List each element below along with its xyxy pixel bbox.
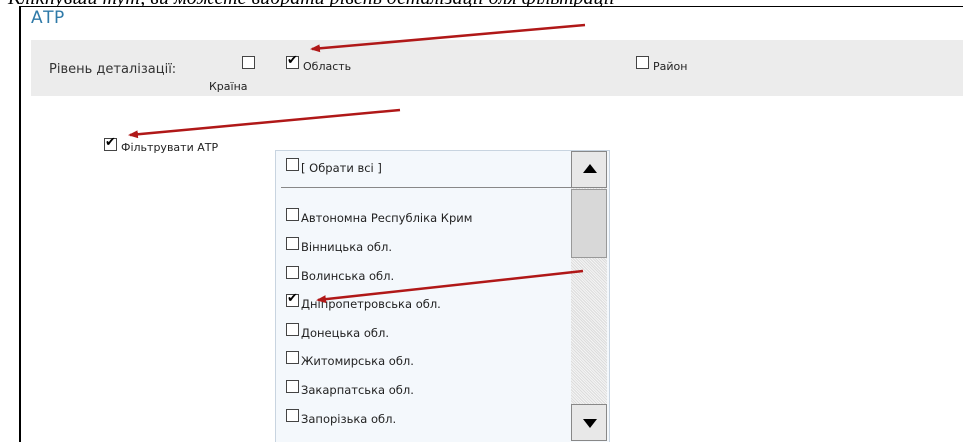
scroll-down-button[interactable] bbox=[571, 404, 607, 441]
list-item-label: Волинська обл. bbox=[301, 269, 395, 283]
list-item-label: Житомирська обл. bbox=[301, 354, 414, 368]
list-item-checkbox[interactable] bbox=[286, 409, 299, 422]
section-title: АТР bbox=[31, 8, 65, 28]
checkbox-filter-atr[interactable] bbox=[104, 135, 117, 151]
list-item-checkbox[interactable] bbox=[286, 237, 299, 250]
list-separator bbox=[281, 187, 571, 188]
list-item-checkbox[interactable] bbox=[286, 208, 299, 221]
list-item-checkbox[interactable] bbox=[286, 351, 299, 364]
filter-atr-label: Фільтрувати АТР bbox=[121, 141, 219, 154]
region-listbox[interactable] bbox=[275, 150, 610, 442]
list-item-label: Дніпропетровська обл. bbox=[301, 297, 441, 311]
list-item-label: Донецька обл. bbox=[301, 326, 390, 340]
checkbox-select-all[interactable] bbox=[286, 158, 299, 171]
country-label: Країна bbox=[209, 80, 248, 93]
list-item-label: Запорізька обл. bbox=[301, 412, 397, 426]
triangle-up-icon bbox=[583, 164, 597, 173]
detail-level-label: Рівень деталізації: bbox=[49, 62, 177, 77]
list-item-checkbox[interactable] bbox=[286, 323, 299, 336]
scrollbar-thumb[interactable] bbox=[571, 189, 607, 258]
list-item-checkbox[interactable] bbox=[286, 380, 299, 393]
select-all-label: [ Обрати всі ] bbox=[301, 161, 382, 175]
raion-label: Район bbox=[653, 60, 688, 73]
checkbox-oblast[interactable] bbox=[286, 53, 299, 69]
list-item-label: Закарпатська обл. bbox=[301, 383, 414, 397]
checkbox-country[interactable] bbox=[242, 56, 255, 69]
list-item-label: Автономна Республіка Крим bbox=[301, 211, 473, 225]
triangle-down-icon bbox=[583, 419, 597, 428]
checkbox-raion[interactable] bbox=[636, 56, 649, 69]
scroll-up-button[interactable] bbox=[571, 151, 607, 188]
list-item-checkbox[interactable] bbox=[286, 291, 299, 307]
list-item-checkbox[interactable] bbox=[286, 266, 299, 279]
list-item-label: Вінницька обл. bbox=[301, 240, 392, 254]
oblast-label: Область bbox=[303, 60, 352, 73]
